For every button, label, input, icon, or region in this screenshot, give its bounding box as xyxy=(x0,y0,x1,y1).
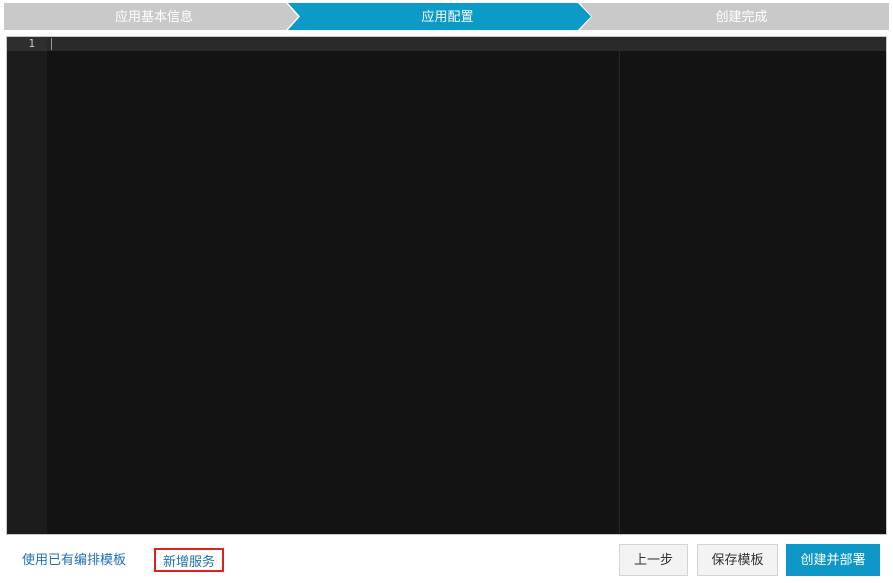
create-and-deploy-button[interactable]: 创建并部署 xyxy=(786,544,880,576)
wizard-steps: 应用基本信息 应用配置 创建完成 xyxy=(0,3,893,30)
line-number: 1 xyxy=(28,37,35,50)
text-cursor xyxy=(51,38,52,50)
step-created: 创建完成 xyxy=(715,9,768,24)
editor-text-area[interactable] xyxy=(47,37,886,534)
step-basic-info: 应用基本信息 xyxy=(114,9,193,24)
save-template-button[interactable]: 保存模板 xyxy=(697,544,778,576)
editor-gutter xyxy=(7,37,47,534)
print-margin-line xyxy=(619,51,620,534)
use-existing-template-link[interactable]: 使用已有编排模板 xyxy=(22,550,126,570)
previous-step-button[interactable]: 上一步 xyxy=(619,544,688,576)
add-service-link[interactable]: 新增服务 xyxy=(154,548,225,572)
step-app-config: 应用配置 xyxy=(421,9,474,24)
code-editor[interactable]: 1 xyxy=(6,36,887,535)
